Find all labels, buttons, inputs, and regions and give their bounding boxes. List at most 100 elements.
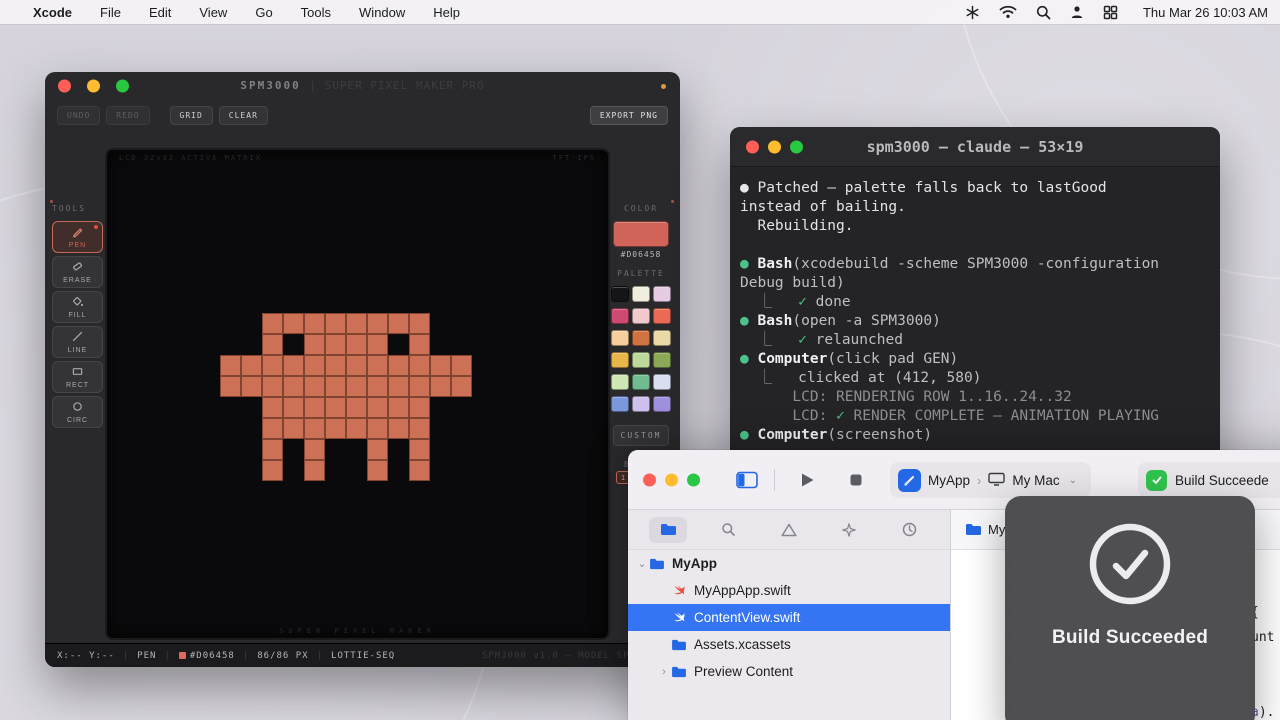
sprite-cell[interactable] [388, 418, 409, 439]
menu-clock[interactable]: Thu Mar 26 10:03 AM [1143, 5, 1268, 20]
sprite-cell[interactable] [388, 376, 409, 397]
empty-cell[interactable] [325, 439, 346, 460]
sprite-cell[interactable] [262, 355, 283, 376]
sprite-cell[interactable] [409, 355, 430, 376]
sprite-cell[interactable] [262, 376, 283, 397]
sprite-cell[interactable] [304, 460, 325, 481]
palette-swatch[interactable] [632, 308, 650, 324]
sprite-cell[interactable] [283, 313, 304, 334]
sprite-cell[interactable] [325, 397, 346, 418]
sprite-cell[interactable] [283, 355, 304, 376]
tool-pen-button[interactable]: PEN [52, 221, 103, 253]
sprite-cell[interactable] [388, 355, 409, 376]
palette-swatch[interactable] [632, 374, 650, 390]
empty-cell[interactable] [430, 460, 451, 481]
sprite-cell[interactable] [346, 418, 367, 439]
empty-cell[interactable] [241, 397, 262, 418]
sprite-cell[interactable] [283, 376, 304, 397]
custom-color-button[interactable]: CUSTOM [613, 425, 669, 446]
terminal-titlebar[interactable]: spm3000 — claude — 53×19 [730, 127, 1220, 167]
tab-search-navigator[interactable] [710, 517, 748, 543]
navigator-row-root[interactable]: ⌄ MyApp [628, 550, 950, 577]
sprite-cell[interactable] [304, 376, 325, 397]
palette-swatch[interactable] [632, 330, 650, 346]
sprite-cell[interactable] [409, 313, 430, 334]
tool-circ-button[interactable]: CIRC [52, 396, 103, 428]
empty-cell[interactable] [451, 418, 472, 439]
sprite-cell[interactable] [367, 397, 388, 418]
sprite-cell[interactable] [367, 334, 388, 355]
navigator-label[interactable]: MyApp [672, 556, 717, 571]
palette-swatch[interactable] [653, 308, 671, 324]
palette-swatch[interactable] [653, 286, 671, 302]
palette-swatch[interactable] [632, 396, 650, 412]
redo-button[interactable]: REDO [106, 106, 149, 125]
sprite-cell[interactable] [367, 313, 388, 334]
empty-cell[interactable] [220, 460, 241, 481]
activity-status[interactable]: Build Succeede [1138, 462, 1280, 498]
clear-button[interactable]: CLEAR [219, 106, 268, 125]
sprite-cell[interactable] [304, 418, 325, 439]
sprite-cell[interactable] [304, 334, 325, 355]
empty-cell[interactable] [283, 460, 304, 481]
sprite-cell[interactable] [367, 439, 388, 460]
empty-cell[interactable] [220, 334, 241, 355]
empty-cell[interactable] [241, 439, 262, 460]
sprite-cell[interactable] [325, 313, 346, 334]
sprite-cell[interactable] [283, 334, 304, 355]
current-color-swatch[interactable] [613, 221, 669, 247]
sprite-cell[interactable] [220, 376, 241, 397]
sprite-cell[interactable] [346, 334, 367, 355]
tab-test-navigator[interactable] [830, 517, 868, 543]
empty-cell[interactable] [430, 334, 451, 355]
sprite-cell[interactable] [409, 418, 430, 439]
sprite-cell[interactable] [409, 460, 430, 481]
empty-cell[interactable] [451, 439, 472, 460]
palette-swatch[interactable] [611, 352, 629, 368]
menu-app-name[interactable]: Xcode [33, 5, 72, 20]
wifi-icon[interactable] [999, 5, 1017, 19]
palette-swatch[interactable] [611, 286, 629, 302]
tab-project-navigator[interactable] [649, 517, 687, 543]
navigator-row-assets-xcassets[interactable]: Assets.xcassets [628, 631, 950, 658]
empty-cell[interactable] [388, 460, 409, 481]
disclosure-chevron-icon[interactable]: › [658, 666, 670, 678]
navigator-label[interactable]: ContentView.swift [694, 610, 800, 625]
tool-line-button[interactable]: LINE [52, 326, 103, 358]
scheme-selector[interactable]: MyApp › My Mac ⌄ [890, 462, 1091, 498]
sprite-cell[interactable] [430, 376, 451, 397]
sprite-cell[interactable] [430, 355, 451, 376]
sprite-cell[interactable] [409, 439, 430, 460]
sprite-cell[interactable] [262, 460, 283, 481]
palette-swatch[interactable] [653, 330, 671, 346]
menu-item-window[interactable]: Window [359, 5, 405, 20]
sidebar-toggle-icon[interactable] [736, 471, 758, 488]
palette-swatch[interactable] [653, 396, 671, 412]
palette-swatch[interactable] [632, 286, 650, 302]
sprite-cell[interactable] [346, 313, 367, 334]
disclosure-chevron-icon[interactable]: ⌄ [636, 557, 648, 570]
navigator-row-contentview-swift[interactable]: ContentView.swift [628, 604, 950, 631]
menu-item-go[interactable]: Go [255, 5, 272, 20]
palette-swatch[interactable] [653, 352, 671, 368]
search-icon[interactable] [1036, 5, 1051, 20]
sprite-cell[interactable] [346, 355, 367, 376]
tab-report-navigator[interactable] [891, 517, 929, 543]
empty-cell[interactable] [220, 439, 241, 460]
sprite-cell[interactable] [262, 334, 283, 355]
sprite-cell[interactable] [325, 376, 346, 397]
menu-item-help[interactable]: Help [433, 5, 460, 20]
tool-rect-button[interactable]: RECT [52, 361, 103, 393]
palette-swatch[interactable] [611, 396, 629, 412]
palette-swatch[interactable] [611, 374, 629, 390]
export-png-button[interactable]: EXPORT PNG [590, 106, 668, 125]
sprite-cell[interactable] [283, 418, 304, 439]
empty-cell[interactable] [220, 418, 241, 439]
sprite-cell[interactable] [241, 355, 262, 376]
sprite-cell[interactable] [220, 355, 241, 376]
sprite-cell[interactable] [388, 397, 409, 418]
empty-cell[interactable] [241, 313, 262, 334]
navigator-label[interactable]: MyAppApp.swift [694, 583, 791, 598]
sprite-cell[interactable] [304, 397, 325, 418]
empty-cell[interactable] [241, 460, 262, 481]
